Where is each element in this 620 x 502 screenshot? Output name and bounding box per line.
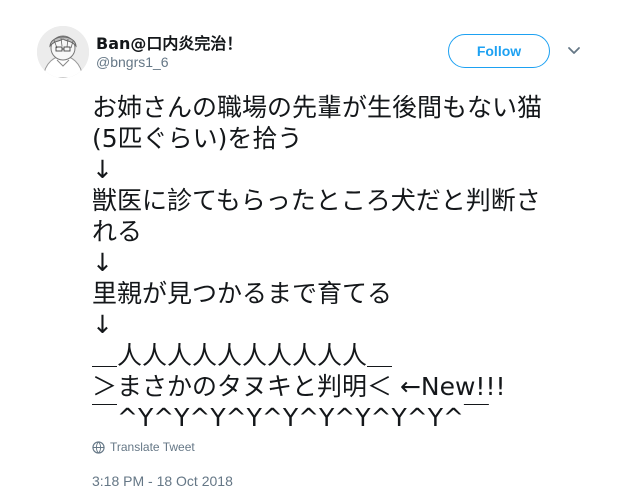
display-name[interactable]: Ban@口内炎完治！ [96,30,242,54]
tweet-text-line: 獣医に診てもらったところ犬だと判断さ [92,186,541,215]
user-handle[interactable]: @bngrs1_6 [96,54,169,70]
tweet-text: お姉さんの職場の先輩が生後間もない猫 (5匹ぐらい)を拾う ↓ 獣医に診てもらっ… [92,92,592,433]
avatar[interactable] [37,26,89,78]
tweet-text-line: ↓ [92,310,113,339]
tweet-text-line: ＞まさかのタヌキと判明＜ ←New!!! [92,372,506,401]
tweet-text-line: ＿人人人人人人人人人人＿ [92,341,393,370]
avatar-illustration [37,26,89,78]
tweet-text-line: ↓ [92,155,113,184]
tweet-text-line: お姉さんの職場の先輩が生後間もない猫 [92,93,543,122]
follow-button[interactable]: Follow [448,34,550,68]
tweet-timestamp[interactable]: 3:18 PM - 18 Oct 2018 [92,473,233,489]
translate-tweet-link[interactable]: Translate Tweet [92,440,195,454]
chevron-down-icon[interactable] [566,42,582,58]
tweet-text-line: ↓ [92,248,113,277]
globe-icon [92,440,105,454]
tweet-text-line: (5匹ぐらい)を拾う [92,124,303,153]
tweet-text-line: 里親が見つかるまで育てる [92,279,393,308]
translate-tweet-label: Translate Tweet [110,440,195,454]
tweet-text-line: れる [92,217,143,246]
tweet-text-line: ￣^Y^Y^Y^Y^Y^Y^Y^Y^Y^￣ [92,403,489,432]
